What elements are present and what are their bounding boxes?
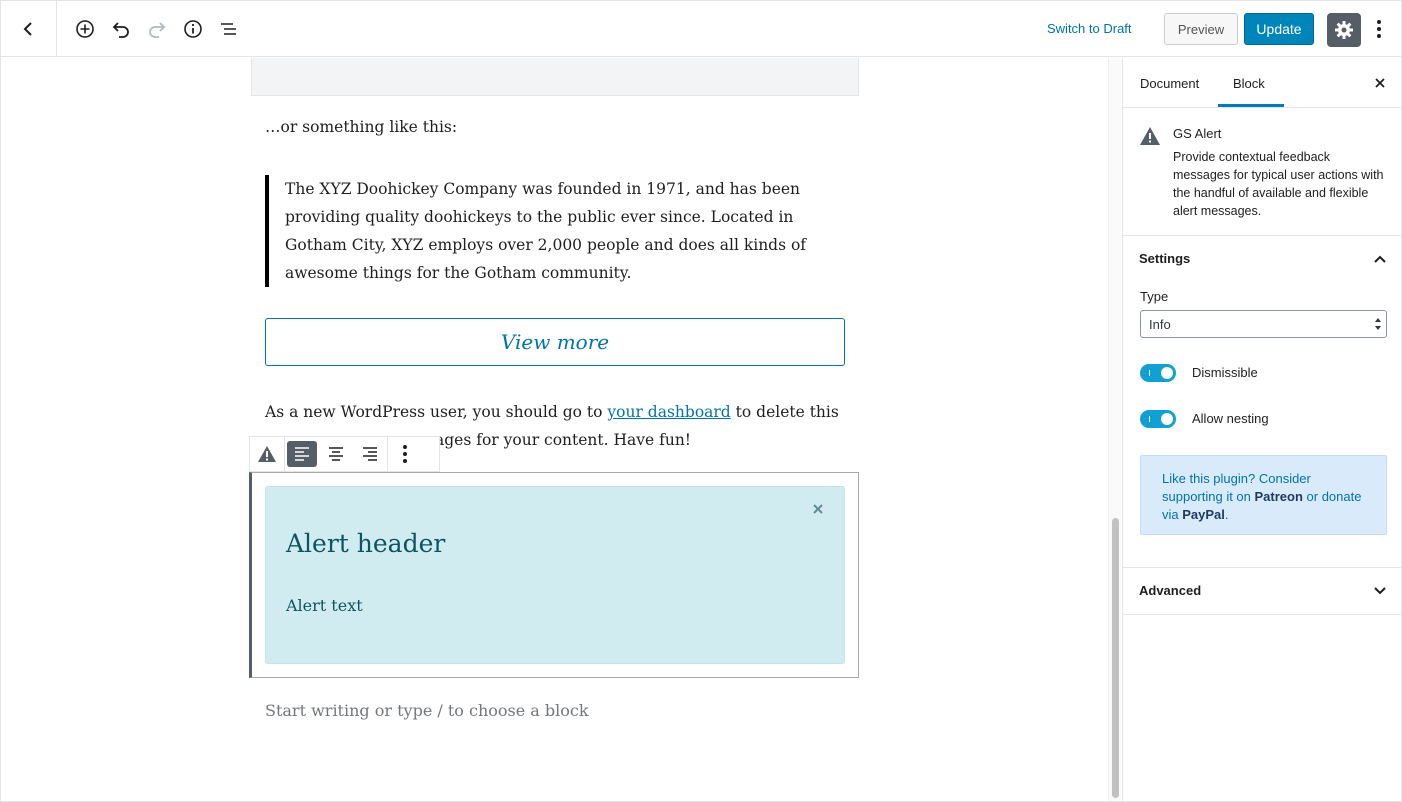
gear-icon (1335, 21, 1353, 39)
block-card: GS Alert Provide contextual feedback mes… (1123, 108, 1401, 236)
settings-sidebar: Document Block GS Alert Provide contextu… (1122, 58, 1401, 801)
patreon-link[interactable]: Patreon (1255, 489, 1303, 504)
panel-divider (1123, 614, 1401, 615)
alert-text[interactable]: Alert text (286, 596, 363, 615)
view-more-button[interactable]: View more (265, 318, 845, 366)
editor-scrollbar[interactable] (1108, 58, 1121, 801)
block-description: Provide contextual feedback messages for… (1173, 150, 1384, 218)
kebab-icon (403, 445, 407, 463)
toggle-knob (1161, 413, 1173, 425)
toolbar-separator (284, 437, 285, 471)
advanced-panel-title: Advanced (1139, 583, 1202, 598)
sidebar-tabs: Document Block (1123, 58, 1401, 108)
quote-text: The XYZ Doohickey Company was founded in… (285, 180, 807, 282)
toggle-on-mark (1149, 416, 1150, 422)
block-more-options-button[interactable] (388, 437, 422, 471)
redo-icon[interactable] (143, 15, 171, 43)
settings-button[interactable] (1327, 13, 1361, 47)
align-right-icon (363, 447, 377, 461)
outline-icon[interactable] (215, 15, 243, 43)
align-center-icon (329, 447, 343, 461)
new-block-placeholder[interactable]: Start writing or type / to choose a bloc… (265, 701, 589, 720)
paragraph-text-line2: ages for your content. Have fun! (435, 431, 692, 449)
settings-panel-title: Settings (1139, 251, 1191, 266)
type-select[interactable]: Info (1140, 310, 1387, 338)
warning-icon (1140, 127, 1160, 145)
more-tools-kebab-icon[interactable] (1367, 15, 1391, 43)
scrollbar-thumb[interactable] (1112, 518, 1119, 798)
switch-to-draft-link[interactable]: Switch to Draft (1047, 21, 1132, 36)
close-icon[interactable] (811, 502, 825, 516)
plugin-support-notice: Like this plugin? Consider supporting it… (1140, 455, 1387, 535)
quote-block[interactable]: The XYZ Doohickey Company was founded in… (265, 175, 855, 287)
toolbar-divider (56, 1, 57, 57)
settings-panel-header[interactable]: Settings (1123, 236, 1401, 282)
update-button[interactable]: Update (1244, 13, 1314, 45)
chevron-up-icon (1374, 255, 1386, 263)
block-toolbar (249, 436, 440, 472)
preview-button[interactable]: Preview (1164, 13, 1238, 45)
warning-icon (258, 446, 276, 462)
editor-canvas: …or something like this: The XYZ Doohick… (1, 58, 1107, 801)
info-icon[interactable] (179, 15, 207, 43)
dashboard-link[interactable]: your dashboard (607, 403, 730, 421)
tab-document[interactable]: Document (1140, 76, 1199, 91)
paragraph-text-cont: to delete this (730, 403, 839, 421)
dismissible-label[interactable]: Dismissible (1192, 365, 1258, 380)
align-left-icon (295, 447, 309, 461)
advanced-panel-header[interactable]: Advanced (1123, 568, 1401, 614)
active-tab-indicator (1218, 104, 1284, 107)
paypal-link[interactable]: PayPal (1182, 507, 1225, 522)
type-label: Type (1140, 289, 1169, 304)
align-right-button[interactable] (353, 437, 387, 471)
alert-box[interactable]: Alert header Alert text (265, 486, 845, 664)
align-center-button[interactable] (319, 437, 353, 471)
select-arrows-icon (1375, 318, 1381, 330)
allow-nesting-toggle[interactable] (1140, 410, 1176, 428)
tab-block[interactable]: Block (1233, 76, 1265, 91)
toggle-knob (1161, 367, 1173, 379)
align-left-button[interactable] (287, 441, 317, 467)
notice-text-end: . (1224, 507, 1229, 522)
block-title: GS Alert (1173, 126, 1222, 141)
top-toolbar: Switch to Draft Preview Update (1, 1, 1401, 57)
type-select-value: Info (1149, 316, 1171, 332)
back-arrow-icon[interactable] (15, 15, 43, 43)
close-icon[interactable] (1373, 76, 1387, 90)
previous-block[interactable] (251, 58, 859, 96)
dismissible-toggle[interactable] (1140, 364, 1176, 382)
chevron-down-icon (1374, 587, 1386, 595)
undo-icon[interactable] (107, 15, 135, 43)
block-type-warning-button[interactable] (250, 437, 284, 471)
toggle-on-mark (1149, 370, 1150, 376)
allow-nesting-label[interactable]: Allow nesting (1192, 411, 1269, 426)
paragraph-text: As a new WordPress user, you should go t… (265, 403, 608, 421)
paragraph-intro[interactable]: …or something like this: (265, 118, 457, 136)
add-block-icon[interactable] (71, 15, 99, 43)
alert-header[interactable]: Alert header (286, 529, 445, 558)
editor-window: Switch to Draft Preview Update …or somet… (0, 0, 1402, 802)
